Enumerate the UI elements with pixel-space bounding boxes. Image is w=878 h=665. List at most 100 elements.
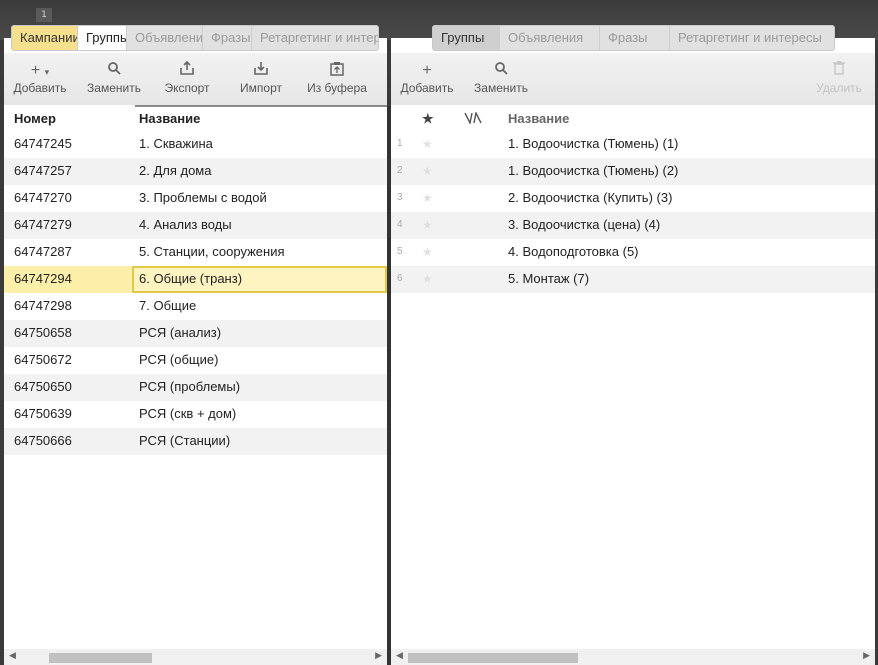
table-row[interactable]: 64750650 РСЯ (проблемы) (4, 374, 387, 401)
right-add-button-label: Добавить (400, 81, 454, 95)
right-replace-button[interactable]: Заменить (471, 61, 531, 95)
campaign-name-cell[interactable]: 2. Для дома (139, 158, 211, 185)
row-number: 6 (397, 273, 403, 284)
scroll-right-arrow-icon[interactable]: ▶ (375, 651, 382, 661)
table-row[interactable]: 64747279 4. Анализ воды (4, 212, 387, 239)
table-row[interactable]: 3 ★ 2. Водоочистка (Купить) (3) (391, 185, 875, 212)
campaign-name-cell[interactable]: РСЯ (Станции) (139, 428, 230, 455)
campaign-number-cell[interactable]: 64747287 (14, 239, 72, 266)
campaign-number-cell[interactable]: 64750658 (14, 320, 72, 347)
row-number: 3 (397, 192, 403, 203)
campaign-number-cell[interactable]: 64747279 (14, 212, 72, 239)
star-icon[interactable]: ★ (422, 158, 433, 184)
left-scroll-thumb[interactable] (49, 653, 152, 663)
table-row[interactable]: 64750672 РСЯ (общие) (4, 347, 387, 374)
trash-icon (813, 61, 865, 81)
left-tab-bar: Кампании Группы Объявления Фразы Ретарге… (11, 25, 379, 51)
campaign-number-cell[interactable]: 64750639 (14, 401, 72, 428)
replace-button-label: Заменить (87, 81, 141, 95)
table-row[interactable]: 64750639 РСЯ (скв + дом) (4, 401, 387, 428)
plus-icon: + (422, 62, 432, 79)
search-icon (471, 61, 531, 81)
table-row[interactable]: 5 ★ 4. Водоподготовка (5) (391, 239, 875, 266)
name-column-resize-bar[interactable] (135, 105, 387, 107)
right-panel: + Добавить Заменить Удалить ★ Название 1… (391, 38, 875, 665)
right-tab-retargeting[interactable]: Ретаргетинг и интересы (670, 26, 834, 50)
table-row[interactable]: 64747287 5. Станции, сооружения (4, 239, 387, 266)
campaign-name-cell[interactable]: 1. Скважина (139, 131, 213, 158)
group-name-cell[interactable]: 4. Водоподготовка (5) (508, 239, 639, 266)
import-button[interactable]: Импорт (236, 61, 286, 95)
star-icon[interactable]: ★ (422, 185, 433, 211)
campaign-name-cell[interactable]: 6. Общие (транз) (132, 266, 387, 293)
scroll-left-arrow-icon[interactable]: ◀ (396, 651, 403, 661)
right-toolbar: + Добавить Заменить Удалить (391, 53, 875, 105)
group-name-cell[interactable]: 3. Водоочистка (цена) (4) (508, 212, 660, 239)
campaign-name-cell[interactable]: РСЯ (проблемы) (139, 374, 240, 401)
table-row[interactable]: 6 ★ 5. Монтаж (7) (391, 266, 875, 293)
table-row[interactable]: 64747245 1. Скважина (4, 131, 387, 158)
delete-button[interactable]: Удалить (813, 61, 865, 95)
table-row[interactable]: 64750658 РСЯ (анализ) (4, 320, 387, 347)
add-button-label: Добавить (13, 81, 67, 95)
row-number: 4 (397, 219, 403, 230)
right-add-button[interactable]: + Добавить (399, 61, 455, 95)
campaign-number-cell[interactable]: 64750650 (14, 374, 72, 401)
upload-icon (161, 60, 213, 81)
group-name-cell[interactable]: 1. Водоочистка (Тюмень) (2) (508, 158, 678, 185)
right-scroll-thumb[interactable] (408, 653, 578, 663)
star-icon[interactable]: ★ (422, 266, 433, 292)
group-name-cell[interactable]: 5. Монтаж (7) (508, 266, 589, 293)
campaign-name-cell[interactable]: 5. Станции, сооружения (139, 239, 285, 266)
export-button[interactable]: Экспорт (161, 60, 213, 95)
campaign-number-cell[interactable]: 64747294 (14, 266, 72, 293)
campaign-number-cell[interactable]: 64747245 (14, 131, 72, 158)
group-name-cell[interactable]: 1. Водоочистка (Тюмень) (1) (508, 131, 678, 158)
from-buffer-button-label: Из буфера (307, 81, 367, 95)
right-tab-groups[interactable]: Группы (433, 26, 500, 50)
tab-phrases[interactable]: Фразы (203, 26, 252, 50)
delete-button-label: Удалить (816, 81, 862, 95)
table-row[interactable]: 64750666 РСЯ (Станции) (4, 428, 387, 455)
campaign-number-cell[interactable]: 64750672 (14, 347, 72, 374)
add-button[interactable]: + ▾ Добавить (12, 61, 68, 95)
campaign-number-cell[interactable]: 64747270 (14, 185, 72, 212)
right-tab-ads[interactable]: Объявления (500, 26, 600, 50)
table-row[interactable]: 64747270 3. Проблемы с водой (4, 185, 387, 212)
tab-campaigns[interactable]: Кампании (12, 26, 78, 50)
campaign-name-cell[interactable]: РСЯ (анализ) (139, 320, 221, 347)
campaign-number-cell[interactable]: 64747298 (14, 293, 72, 320)
left-horizontal-scrollbar[interactable]: ◀ ▶ (4, 649, 387, 665)
right-tab-bar: Группы Объявления Фразы Ретаргетинг и ин… (432, 25, 835, 51)
scroll-left-arrow-icon[interactable]: ◀ (9, 651, 16, 661)
table-row[interactable]: 64747298 7. Общие (4, 293, 387, 320)
right-horizontal-scrollbar[interactable]: ◀ ▶ (391, 649, 875, 665)
table-row[interactable]: 4 ★ 3. Водоочистка (цена) (4) (391, 212, 875, 239)
star-icon[interactable]: ★ (422, 131, 433, 157)
from-buffer-button[interactable]: Из буфера (304, 61, 370, 95)
campaign-name-cell[interactable]: 7. Общие (139, 293, 196, 320)
right-tab-phrases[interactable]: Фразы (600, 26, 670, 50)
row-number: 1 (397, 138, 403, 149)
tab-groups[interactable]: Группы (78, 26, 127, 50)
table-row[interactable]: 64747294 6. Общие (транз) (4, 266, 387, 293)
star-icon[interactable]: ★ (422, 239, 433, 265)
campaign-name-cell[interactable]: 4. Анализ воды (139, 212, 232, 239)
clipboard-icon (304, 61, 370, 81)
table-row[interactable]: 1 ★ 1. Водоочистка (Тюмень) (1) (391, 131, 875, 158)
campaign-name-cell[interactable]: РСЯ (общие) (139, 347, 218, 374)
search-icon (84, 61, 144, 81)
table-row[interactable]: 64747257 2. Для дома (4, 158, 387, 185)
row-number: 2 (397, 165, 403, 176)
scroll-right-arrow-icon[interactable]: ▶ (863, 651, 870, 661)
star-icon[interactable]: ★ (422, 212, 433, 238)
campaign-number-cell[interactable]: 64747257 (14, 158, 72, 185)
replace-button[interactable]: Заменить (84, 61, 144, 95)
campaign-number-cell[interactable]: 64750666 (14, 428, 72, 455)
tab-ads[interactable]: Объявления (127, 26, 203, 50)
tab-retargeting[interactable]: Ретаргетинг и интересы (252, 26, 378, 50)
campaign-name-cell[interactable]: РСЯ (скв + дом) (139, 401, 236, 428)
group-name-cell[interactable]: 2. Водоочистка (Купить) (3) (508, 185, 672, 212)
campaign-name-cell[interactable]: 3. Проблемы с водой (139, 185, 267, 212)
table-row[interactable]: 2 ★ 1. Водоочистка (Тюмень) (2) (391, 158, 875, 185)
